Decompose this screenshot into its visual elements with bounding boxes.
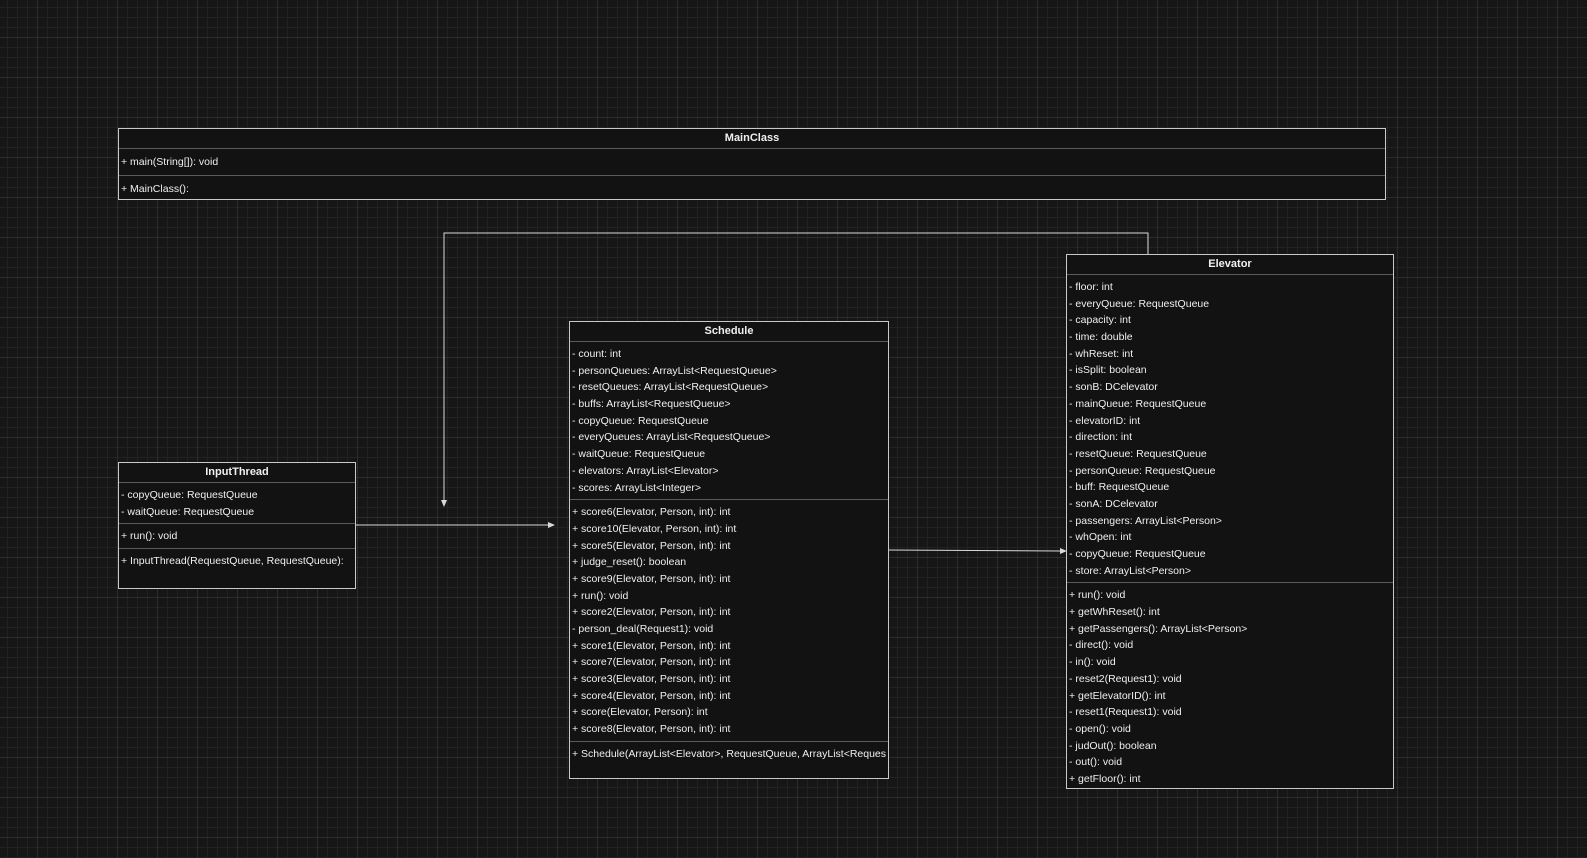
method-row: + getWhReset(): int [1069,606,1160,619]
attribute-row: - mainQueue: RequestQueue [1069,397,1207,410]
attribute-row: - buffs: ArrayList<RequestQueue> [572,398,731,411]
method-row: + score(Elevator, Person): int [572,706,708,719]
attribute-row: - floor: int [1069,281,1113,293]
method-section: + main(String[]): void [119,148,1385,175]
method-row: + main(String[]): void [121,156,219,168]
attribute-section: - count: int - personQueues: ArrayList<R… [570,341,888,499]
attribute-row: - capacity: int [1069,314,1131,327]
attribute-row: - whOpen: int [1069,531,1132,544]
class-name: Schedule [704,325,754,337]
constructor-row: + Schedule(ArrayList<Elevator>, RequestQ… [572,747,886,760]
method-row: + score4(Elevator, Person, int): int [572,689,731,702]
arrowhead-elevator-loop [441,500,447,507]
attribute-row: - store: ArrayList<Person> [1069,564,1191,577]
class-box-mainclass[interactable]: MainClass + main(String[]): void + MainC… [118,128,1386,200]
attribute-row: - everyQueues: ArrayList<RequestQueue> [572,431,771,444]
method-row: + getFloor(): int [1069,772,1141,785]
method-row: - open(): void [1069,722,1131,735]
attribute-row: - sonB: DCelevator [1069,381,1158,394]
class-name: MainClass [724,132,780,144]
method-row: + score5(Elevator, Person, int): int [572,539,731,552]
attribute-row: - whReset: int [1069,347,1134,360]
method-row: + getElevatorID(): int [1069,689,1166,702]
method-section: + run(): void + getWhReset(): int + getP… [1067,582,1393,788]
method-row: - direct(): void [1069,639,1134,652]
method-row: - in(): void [1069,656,1116,669]
method-row: + run(): void [1069,589,1126,602]
attribute-row: - passengers: ArrayList<Person> [1069,514,1222,527]
constructor-section: + MainClass(): [119,174,1385,198]
method-row: - person_deal(Request1): void [572,623,714,635]
attribute-row: - isSplit: boolean [1069,364,1147,377]
constructor-row: + InputThread(RequestQueue, RequestQueue… [121,555,344,568]
attribute-row: - resetQueue: RequestQueue [1069,447,1207,460]
class-name: Elevator [1208,258,1252,270]
class-name: InputThread [205,466,269,478]
method-row: - judOut(): boolean [1069,739,1157,752]
attribute-row: - sonA: DCelevator [1069,497,1158,510]
method-section: + score6(Elevator, Person, int): int + s… [570,499,888,741]
method-row: + run(): void [572,589,629,602]
attribute-row: - waitQueue: RequestQueue [121,505,255,518]
attribute-row: - copyQueue: RequestQueue [121,489,258,501]
method-row: + judge_reset(): boolean [572,556,687,569]
attribute-row: - elevators: ArrayList<Elevator> [572,464,719,477]
method-row: - reset2(Request1): void [1069,672,1182,685]
method-row: - out(): void [1069,756,1123,769]
method-row: + score8(Elevator, Person, int): int [572,723,731,736]
attribute-row: - elevatorID: int [1069,414,1141,427]
attribute-row: - direction: int [1069,431,1133,444]
method-row: + score3(Elevator, Person, int): int [572,673,731,686]
attribute-row: - count: int [572,348,622,360]
attribute-row: - buff: RequestQueue [1069,481,1170,494]
method-row: + score6(Elevator, Person, int): int [572,506,731,519]
attribute-row: - resetQueues: ArrayList<RequestQueue> [572,381,769,394]
method-row: + score2(Elevator, Person, int): int [572,606,731,619]
attribute-row: - personQueues: ArrayList<RequestQueue> [572,364,777,377]
attribute-row: - scores: ArrayList<Integer> [572,481,701,494]
method-row: + score1(Elevator, Person, int): int [572,639,731,652]
method-row: + score10(Elevator, Person, int): int [572,522,737,535]
attribute-row: - waitQueue: RequestQueue [572,448,706,461]
class-box-inputthread[interactable]: InputThread - copyQueue: RequestQueue - … [118,462,356,589]
method-row: - reset1(Request1): void [1069,706,1182,719]
constructor-section: + InputThread(RequestQueue, RequestQueue… [119,548,355,573]
attribute-row: - copyQueue: RequestQueue [1069,548,1206,560]
arrowhead-inputthread-schedule [548,522,555,528]
class-box-schedule[interactable]: Schedule - count: int - personQueues: Ar… [569,321,889,779]
attribute-section: - copyQueue: RequestQueue - waitQueue: R… [119,482,355,523]
method-row: + run(): void [121,530,178,543]
constructor-row: + MainClass(): [121,182,189,195]
association-line-schedule-elevator[interactable] [888,549,1062,552]
attribute-row: - time: double [1069,331,1133,344]
method-row: + score9(Elevator, Person, int): int [572,572,731,585]
attribute-section: - floor: int - everyQueue: RequestQueue … [1067,274,1393,582]
diagram-canvas: MainClass + main(String[]): void + MainC… [0,0,1587,858]
attribute-row: - everyQueue: RequestQueue [1069,297,1210,310]
method-section: + run(): void [119,523,355,548]
constructor-section: + Schedule(ArrayList<Elevator>, RequestQ… [570,740,888,766]
method-row: + getPassengers(): ArrayList<Person> [1069,622,1248,635]
attribute-row: - copyQueue: RequestQueue [572,414,709,427]
method-row: + score7(Elevator, Person, int): int [572,656,731,669]
class-box-elevator[interactable]: Elevator - floor: int - everyQueue: Requ… [1066,254,1394,789]
attribute-row: - personQueue: RequestQueue [1069,464,1216,477]
